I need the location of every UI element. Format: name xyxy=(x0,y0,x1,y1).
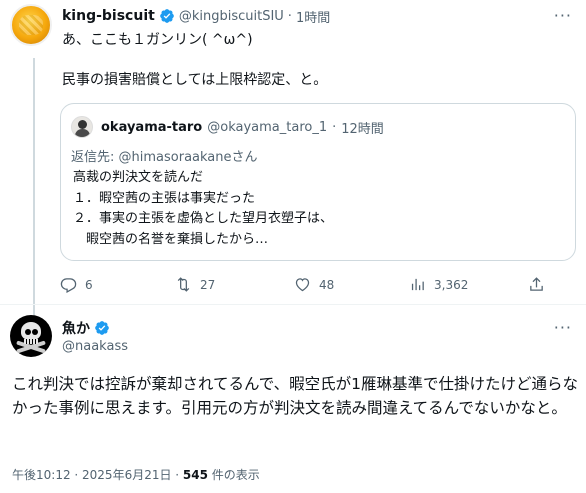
reply-prefix: 返信先: xyxy=(71,150,119,165)
display-name[interactable]: 魚か xyxy=(62,318,90,338)
reply-to-line: 返信先: @himasoraakaneさん xyxy=(71,146,258,165)
views-button[interactable]: 3,362 xyxy=(409,276,468,293)
like-count: 48 xyxy=(319,277,335,292)
user-handle[interactable]: @kingbiscuitSIU xyxy=(179,9,284,24)
retweet-button[interactable]: 27 xyxy=(175,276,215,293)
divider xyxy=(0,304,586,305)
view-count: 3,362 xyxy=(434,277,469,292)
timestamp[interactable]: 午後10:12 · 2025年6月21日 · xyxy=(12,468,183,482)
quoted-tweet-card[interactable]: okayama-taro @okayama_taro_1 · 12時間 返信先:… xyxy=(60,103,576,261)
tweet-header: 魚か xyxy=(62,318,110,338)
quoted-display-name: okayama-taro xyxy=(101,120,203,135)
parent-tweet[interactable]: king-biscuit @kingbiscuitSIU · 1時間 ··· あ… xyxy=(0,0,586,300)
heart-icon xyxy=(295,278,310,292)
avatar[interactable] xyxy=(10,4,52,46)
views-label: 件の表示 xyxy=(207,468,260,482)
more-options-icon[interactable]: ··· xyxy=(554,318,572,337)
like-button[interactable]: 48 xyxy=(294,276,334,293)
timestamp[interactable]: 1時間 xyxy=(296,7,330,26)
retweet-count: 27 xyxy=(200,277,216,292)
share-icon xyxy=(530,277,543,291)
verified-badge-icon xyxy=(94,320,110,336)
verified-badge-icon xyxy=(159,8,175,24)
analytics-icon xyxy=(411,278,424,291)
action-bar: 6 27 48 3,362 xyxy=(60,276,576,296)
reply-icon xyxy=(60,278,77,293)
tweet-text: これ判決では控訴が棄却されてるんで、暇空氏が1雁琳基準で仕掛けたけど通らなかった… xyxy=(12,375,579,417)
view-count: 545 xyxy=(182,468,208,482)
tweet-header: king-biscuit @kingbiscuitSIU · 1時間 xyxy=(62,6,330,26)
quoted-handle: @okayama_taro_1 xyxy=(207,120,328,135)
separator-dot: · xyxy=(287,8,292,24)
quoted-timestamp: 12時間 xyxy=(341,122,384,137)
reply-count: 6 xyxy=(85,277,93,292)
reply-button[interactable]: 6 xyxy=(60,276,93,293)
avatar[interactable] xyxy=(10,315,52,357)
display-name[interactable]: king-biscuit xyxy=(62,8,155,24)
quoted-avatar xyxy=(71,116,93,138)
retweet-icon xyxy=(177,277,190,292)
quoted-text: 高裁の判決文を読んだ １．暇空茜の主張は事実だった ２．事実の主張を虚偽とした望… xyxy=(73,170,334,247)
user-handle[interactable]: @naakass xyxy=(62,339,128,354)
more-options-icon[interactable]: ··· xyxy=(554,6,572,25)
separator-dot: · xyxy=(332,120,337,135)
reply-to-handle: @himasoraakane xyxy=(118,150,232,165)
reply-suffix: さん xyxy=(231,150,258,165)
tweet-text: あ、ここも１ガンリン( ^ω^) 民事の損害賠償としては上限枠認定、と。 xyxy=(62,32,328,88)
tweet-meta: 午後10:12 · 2025年6月21日 · 545 件の表示 xyxy=(12,466,260,483)
share-button[interactable] xyxy=(528,276,545,293)
quoted-header: okayama-taro @okayama_taro_1 · 12時間 xyxy=(101,118,384,137)
